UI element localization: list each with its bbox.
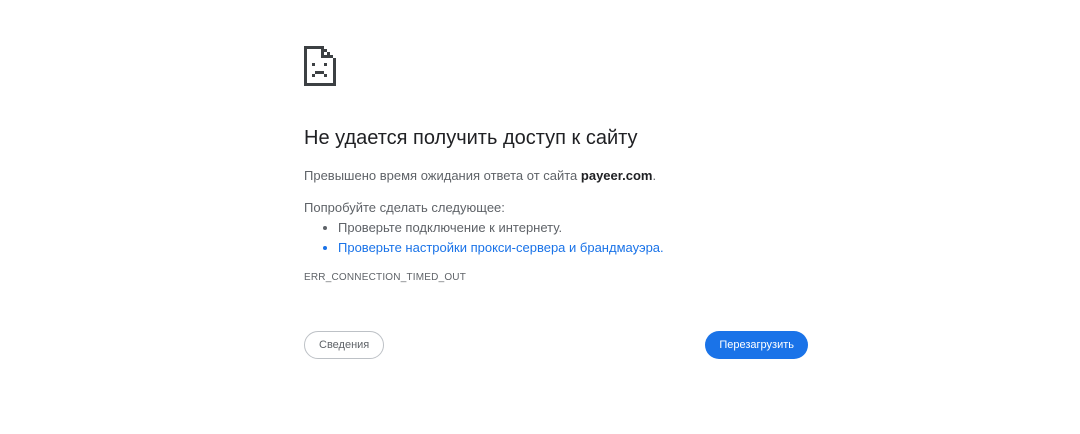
summary-text: Превышено время ожидания ответа от сайта (304, 168, 581, 183)
error-summary: Превышено время ожидания ответа от сайта… (304, 166, 808, 186)
sad-page-icon (304, 46, 336, 86)
details-button[interactable]: Сведения (304, 331, 385, 359)
suggestion-check-proxy-link[interactable]: Проверьте настройки прокси-сервера и бра… (338, 238, 808, 258)
reload-button[interactable]: Перезагрузить (705, 331, 808, 359)
button-row: Сведения Перезагрузить (304, 331, 808, 359)
error-page: Не удается получить доступ к сайту Превы… (0, 0, 1080, 434)
suggestions-list: Проверьте подключение к интернету. Прове… (304, 218, 808, 258)
suggestion-check-connection: Проверьте подключение к интернету. (338, 218, 808, 238)
summary-domain: payeer.com (580, 168, 653, 183)
summary-suffix: . (652, 168, 657, 183)
suggestions-heading: Попробуйте сделать следующее: (304, 200, 505, 215)
error-code: ERR_CONNECTION_TIMED_OUT (304, 272, 467, 283)
page-title: Не удается получить доступ к сайту (304, 127, 638, 149)
error-content: Не удается получить доступ к сайту Превы… (304, 46, 808, 359)
